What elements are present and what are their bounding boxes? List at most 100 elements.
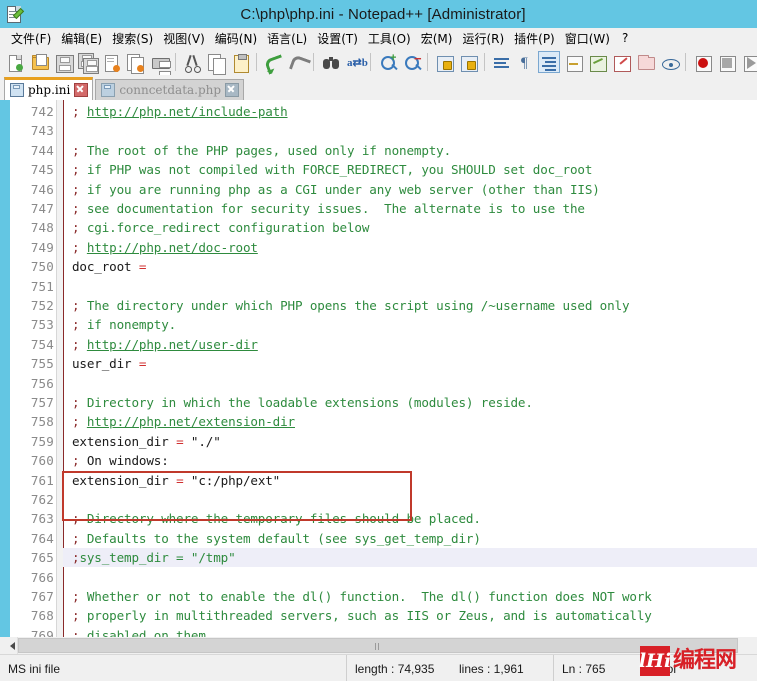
code-line[interactable]: ; Directory in which the loadable extens… <box>63 395 533 410</box>
code-line[interactable]: ; The root of the PHP pages, used only i… <box>63 143 451 158</box>
indent-guide-icon[interactable] <box>538 50 560 73</box>
tab-label: conncetdata.php <box>119 83 222 97</box>
find-icon[interactable] <box>319 51 341 73</box>
code-token: = <box>138 259 147 275</box>
save-icon[interactable] <box>52 51 74 73</box>
save-all-icon[interactable] <box>76 51 99 74</box>
stop-recording-icon[interactable] <box>715 51 737 73</box>
menu-window[interactable]: 窗口(W) <box>560 28 615 49</box>
code-token: if you are running php as a CGI under an… <box>79 181 600 197</box>
window-title: C:\php\php.ini - Notepad++ [Administrato… <box>240 5 526 23</box>
document-map-icon[interactable] <box>586 51 608 73</box>
line-number: 754 <box>30 336 54 352</box>
menu-bar: 文件(F) 编辑(E) 搜索(S) 视图(V) 编码(N) 语言(L) 设置(T… <box>0 28 757 48</box>
zoom-in-icon[interactable]: + <box>376 51 398 73</box>
menu-view[interactable]: 视图(V) <box>158 28 210 49</box>
code-token: Whether or not to enable the dl() functi… <box>79 589 652 604</box>
cut-icon[interactable] <box>181 51 203 73</box>
notepadpp-window: C:\php\php.ini - Notepad++ [Administrato… <box>0 0 757 681</box>
new-file-icon[interactable] <box>4 51 26 73</box>
code-line[interactable]: extension_dir = "c:/php/ext" <box>63 473 280 488</box>
copy-icon[interactable] <box>205 51 227 75</box>
folder-as-workspace-icon[interactable] <box>634 51 656 73</box>
line-number: 760 <box>30 453 54 469</box>
menu-plugins[interactable]: 插件(P) <box>509 28 560 49</box>
code-line[interactable]: ; The directory under which PHP opens th… <box>63 298 630 313</box>
code-line[interactable]: ; http://php.net/include-path <box>63 104 288 119</box>
code-token: Directory in which the loadable extensio… <box>79 395 533 410</box>
line-number: 753 <box>30 317 54 333</box>
function-list-icon[interactable] <box>610 51 632 73</box>
menu-run[interactable]: 运行(R) <box>457 28 509 49</box>
code-line[interactable]: ; Directory where the temporary files sh… <box>63 511 481 526</box>
undo-icon[interactable] <box>262 51 287 75</box>
code-line[interactable]: ; if nonempty. <box>63 317 176 332</box>
menu-help[interactable]: ? <box>615 29 635 47</box>
line-number: 751 <box>30 278 54 294</box>
code-line[interactable]: ; if PHP was not compiled with FORCE_RED… <box>63 162 592 177</box>
sync-horizontal-scroll-icon[interactable] <box>457 51 479 73</box>
left-edge-strip <box>0 100 10 637</box>
show-all-characters-icon[interactable]: ¶ <box>514 51 536 73</box>
code-line[interactable]: ; see documentation for security issues.… <box>63 201 585 216</box>
open-file-icon[interactable] <box>28 51 50 73</box>
redo-icon[interactable] <box>286 51 312 75</box>
code-line[interactable]: ; On windows: <box>63 453 169 468</box>
code-token: On windows: <box>79 453 169 469</box>
close-tab-icon[interactable] <box>225 83 240 97</box>
line-number: 762 <box>30 492 54 507</box>
code-line[interactable]: ; if you are running php as a CGI under … <box>63 182 600 197</box>
menu-search[interactable]: 搜索(S) <box>107 28 158 49</box>
code-line[interactable]: ; http://php.net/doc-root <box>63 240 258 255</box>
close-all-icon[interactable] <box>124 51 146 74</box>
watermark-logo-icon: lHi <box>639 646 671 676</box>
code-line[interactable]: doc_root = <box>63 259 146 274</box>
tab-conncetdata-php[interactable]: conncetdata.php <box>95 79 245 100</box>
menu-edit[interactable]: 编辑(E) <box>56 28 107 49</box>
code-line[interactable]: ; http://php.net/user-dir <box>63 337 258 352</box>
code-line[interactable]: ; Defaults to the system default (see sy… <box>63 531 481 546</box>
toolbar-separator <box>370 52 371 71</box>
monitoring-icon[interactable] <box>658 51 680 73</box>
record-macro-icon[interactable] <box>691 51 713 73</box>
menu-language[interactable]: 语言(L) <box>262 28 312 49</box>
tab-php-ini[interactable]: php.ini <box>4 77 94 100</box>
code-token: extension_dir <box>72 472 177 488</box>
scroll-left-arrow-icon[interactable] <box>0 637 18 654</box>
code-token: sys_temp_dir = "/tmp" <box>79 550 236 566</box>
code-line[interactable]: ; Whether or not to enable the dl() func… <box>63 589 652 604</box>
menu-file[interactable]: 文件(F) <box>6 28 56 49</box>
user-defined-dialog-icon[interactable] <box>562 51 584 73</box>
menu-macro[interactable]: 宏(M) <box>416 28 458 49</box>
line-number: 761 <box>30 472 54 488</box>
code-line[interactable]: user_dir = <box>63 356 146 371</box>
code-line[interactable]: ; http://php.net/extension-dir <box>63 414 295 429</box>
editor-pane[interactable]: 742 ; http://php.net/include-path 743 744 ; … <box>0 100 757 637</box>
close-file-icon[interactable] <box>100 51 122 73</box>
code-line[interactable]: ;sys_temp_dir = "/tmp" <box>63 550 236 565</box>
code-line[interactable]: ; properly in multithreaded servers, suc… <box>63 608 652 623</box>
scrollbar-thumb[interactable] <box>18 638 738 653</box>
menu-tools[interactable]: 工具(O) <box>363 28 416 49</box>
watermark-text: 编程网 <box>673 648 737 673</box>
toolbar-separator <box>313 52 314 71</box>
sync-vertical-scroll-icon[interactable] <box>433 51 455 73</box>
code-line[interactable]: ; cgi.force_redirect configuration below <box>63 220 369 235</box>
code-line[interactable]: ; disabled on them. <box>63 628 213 637</box>
word-wrap-icon[interactable] <box>490 51 512 73</box>
play-macro-icon[interactable] <box>739 51 757 73</box>
status-length: length : 74,935 <box>346 655 451 681</box>
menu-settings[interactable]: 设置(T) <box>312 28 363 49</box>
status-file-type: MS ini file <box>8 661 61 676</box>
paste-icon[interactable] <box>229 51 251 73</box>
zoom-out-icon[interactable]: − <box>400 51 422 73</box>
menu-encoding[interactable]: 编码(N) <box>210 28 262 49</box>
line-number: 749 <box>30 239 54 255</box>
line-number: 759 <box>30 433 54 449</box>
code-line[interactable]: extension_dir = "./" <box>63 434 221 449</box>
saved-file-icon <box>101 83 116 97</box>
replace-icon[interactable]: a⇄b <box>343 51 368 73</box>
close-tab-icon[interactable] <box>74 83 89 97</box>
code-token: = <box>176 472 184 488</box>
print-icon[interactable] <box>148 51 171 79</box>
